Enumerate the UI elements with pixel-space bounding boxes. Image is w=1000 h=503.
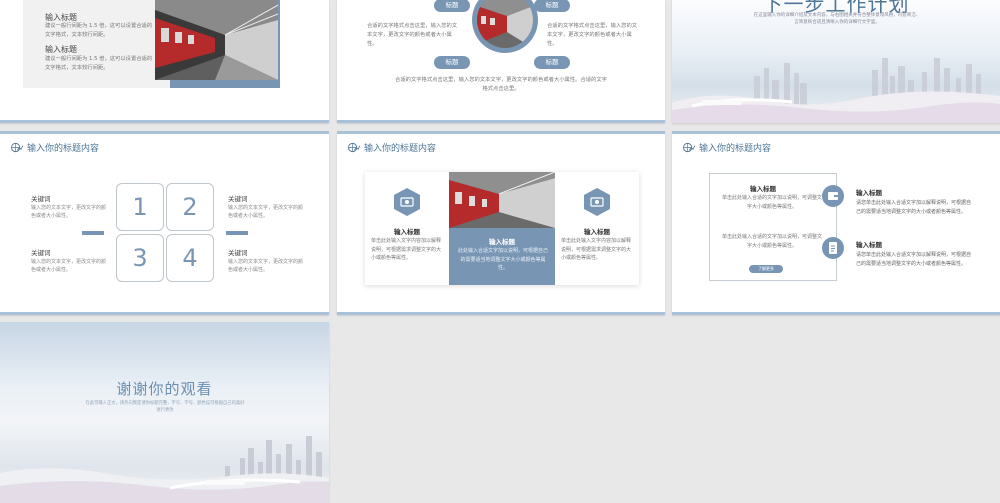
keyword-desc-3: 输入您的文本文字，更改文字的颜色或者大小属性。	[31, 259, 107, 273]
number-box-3: 3	[116, 234, 164, 282]
slide-bottom-border	[0, 120, 329, 123]
accent-dash-right	[226, 231, 248, 235]
left-text: 合适的文字格式点击这里，输入您的文本文字，更改文字的颜色或者大小属性。	[367, 23, 458, 47]
slide-thumbnail-7[interactable]: 谢谢你的观看 在此可输入正文，请务向我是请你标题完整，字号、字号、颜色设可根据自…	[0, 322, 329, 503]
bottom-text: 合适的文字格式点击这里，输入您的文本文字，更改文字的颜色或者大小属性。合适的文字…	[395, 77, 607, 92]
slide-thumbnail-6[interactable]: 输入你的标题内容 输入标题 单击此处输入合适的文字加以说明，可调整文字大小或颜色…	[672, 131, 1000, 315]
frame-desc-2: 单击此处输入合适的文字加以说明，可调整文字大小或颜色等属性。	[721, 234, 822, 249]
subway-photo	[449, 172, 555, 228]
keyword-title-2: 关键词	[228, 195, 248, 203]
right-item-desc-2: 请您单击此处输入合适文字加以解释说明，可根据自己的需要适当地调整文字的大小或者颜…	[856, 252, 972, 267]
slide-subtitle: 在这里输入你的详细介绍及文本内容，与右图相关并符合整体意境风格，内容简洁、言简意…	[753, 13, 921, 25]
subway-photo	[155, 0, 278, 80]
slide-bottom-border	[672, 312, 1000, 315]
slide-thumbnail-1[interactable]: 输入标题 建议一般行间距为 1.5 倍，这可以设置合适的文字格式，文本较行间距。…	[0, 0, 329, 123]
keyword-desc-4: 输入您的文本文字，更改文字的颜色或者大小属性。	[228, 259, 304, 273]
title-pill-4: 标题	[534, 56, 570, 69]
header-title: 输入你的标题内容	[364, 144, 437, 154]
title-pill-2: 标题	[534, 0, 570, 12]
slide-thumbnail-5[interactable]: 输入你的标题内容 输入标题 此处输入合适文字加以说明，可根据自己的需要适当地调整…	[337, 131, 665, 315]
slide-bottom-border	[337, 120, 665, 123]
accent-dash-left	[82, 231, 104, 235]
title-pill-3: 标题	[434, 56, 470, 69]
globe-chart-icon	[348, 142, 360, 153]
document-icon-badge	[822, 237, 844, 259]
globe-chart-icon	[11, 142, 23, 153]
header-title: 输入你的标题内容	[27, 144, 100, 154]
hex-photo-icon	[394, 188, 420, 216]
left-card-title: 输入标题	[394, 228, 420, 236]
right-text: 合适的文字格式点击这里，输入您的文本文字，更改文字的颜色或者大小属性。	[547, 23, 638, 47]
thank-you-title: 谢谢你的观看	[116, 380, 213, 398]
slide-header: 输入你的标题内容	[10, 141, 99, 154]
keyword-title-3: 关键词	[31, 249, 51, 257]
item-desc-2: 建议一般行间距为 1.5 倍，这可以设置合适的文字格式，文本较行间距。	[45, 56, 153, 71]
keyword-title-4: 关键词	[228, 249, 248, 257]
city-skyline-image	[672, 58, 1000, 123]
thank-you-subtitle: 在此可输入正文，请务向我是请你标题完整，字号、字号、颜色设可根据自己的喜好进行更…	[85, 401, 245, 413]
keyword-desc-1: 输入您的文本文字，更改文字的颜色或者大小属性。	[31, 205, 107, 219]
frame-desc-1: 单击此处输入合适的文字加以说明，可调整文字大小或颜色等属性。	[721, 195, 822, 210]
left-card-desc: 单击此处输入文字内容加以解释说明，可根据需求调整文字的大小或颜色等属性。	[371, 238, 442, 261]
slide-thumbnail-3[interactable]: 下一步工作计划 在这里输入你的详细介绍及文本内容，与右图相关并符合整体意境风格，…	[672, 0, 1000, 123]
slide-header: 输入你的标题内容	[347, 141, 436, 154]
item-desc-1: 建议一般行间距为 1.5 倍，这可以设置合适的文字格式，文本较行间距。	[45, 23, 153, 38]
frame-title: 输入标题	[750, 185, 776, 193]
subway-photo-circle	[472, 0, 538, 53]
slide-thumbnail-4[interactable]: 输入你的标题内容 1 2 3 4 关键词 输入您的文本文字，更改文字的颜色或者大…	[0, 131, 329, 315]
wallet-icon	[828, 192, 838, 200]
middle-card-title: 输入标题	[489, 238, 515, 246]
middle-card-desc: 此处输入合适文字加以说明，可根据自己的需要适当地调整文字大小或颜色等属性。	[458, 248, 549, 271]
keyword-desc-2: 输入您的文本文字，更改文字的颜色或者大小属性。	[228, 205, 304, 219]
city-skyline-image	[0, 436, 329, 503]
slide-header: 输入你的标题内容	[682, 141, 771, 154]
right-item-title-2: 输入标题	[856, 241, 882, 249]
hex-photo-icon	[584, 188, 610, 216]
learn-more-button[interactable]: 了解更多	[749, 265, 783, 273]
document-icon	[829, 242, 837, 254]
middle-card: 输入标题 此处输入合适文字加以说明，可根据自己的需要适当地调整文字大小或颜色等属…	[449, 228, 555, 285]
slide-top-border	[337, 131, 665, 134]
slide-top-border	[672, 131, 1000, 134]
title-pill-1: 标题	[434, 0, 470, 12]
keyword-title-1: 关键词	[31, 195, 51, 203]
wallet-icon-badge	[822, 185, 844, 207]
number-box-1: 1	[116, 183, 164, 231]
right-card-title: 输入标题	[584, 228, 610, 236]
number-box-4: 4	[166, 234, 214, 282]
slide-thumbnail-2[interactable]: 标题 标题 标题 标题 合适的文字格式点击这里，输入您的文本文字，更改文字的颜色…	[337, 0, 665, 123]
slide-bottom-border	[337, 312, 665, 315]
number-box-2: 2	[166, 183, 214, 231]
slide-top-border	[0, 131, 329, 134]
right-card-desc: 单击此处输入文字内容加以解释说明，可根据需求调整文字的大小或颜色等属性。	[561, 238, 632, 261]
slide-bottom-border	[0, 312, 329, 315]
header-title: 输入你的标题内容	[699, 144, 772, 154]
item-title-2: 输入标题	[45, 45, 77, 54]
right-item-desc-1: 请您单击此处输入合适文字加以解释说明，可根据自己的需要适当地调整文字的大小或者颜…	[856, 200, 972, 215]
globe-chart-icon	[683, 142, 695, 153]
right-item-title-1: 输入标题	[856, 189, 882, 197]
